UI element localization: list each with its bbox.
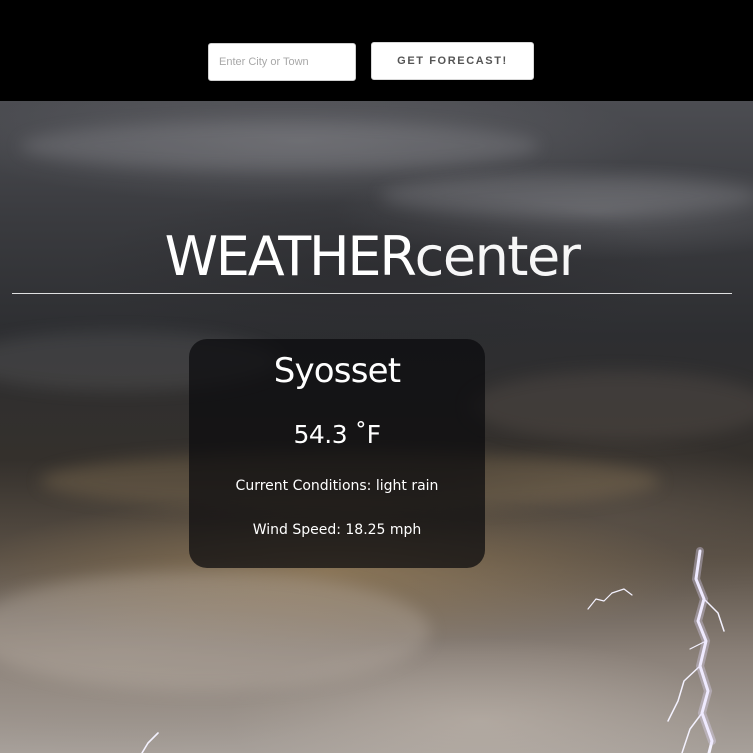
app-title-light: center: [414, 225, 581, 288]
app-title-strong: WEATHER: [164, 225, 417, 288]
city-name: Syosset: [273, 351, 401, 391]
storm-background-image: WEATHERcenter Syosset 54.3 ˚F Current Co…: [0, 101, 753, 753]
get-forecast-button[interactable]: GET FORECAST!: [371, 42, 534, 80]
temperature: 54.3 ˚F: [293, 420, 382, 449]
app-title: WEATHERcenter: [12, 227, 732, 287]
city-search-input[interactable]: [208, 43, 356, 81]
top-bar: GET FORECAST!: [0, 0, 753, 101]
title-divider: [12, 293, 732, 294]
weather-card: Syosset 54.3 ˚F Current Conditions: ligh…: [189, 339, 485, 568]
wind-speed: Wind Speed: 18.25 mph: [252, 522, 422, 538]
current-conditions: Current Conditions: light rain: [235, 478, 439, 494]
